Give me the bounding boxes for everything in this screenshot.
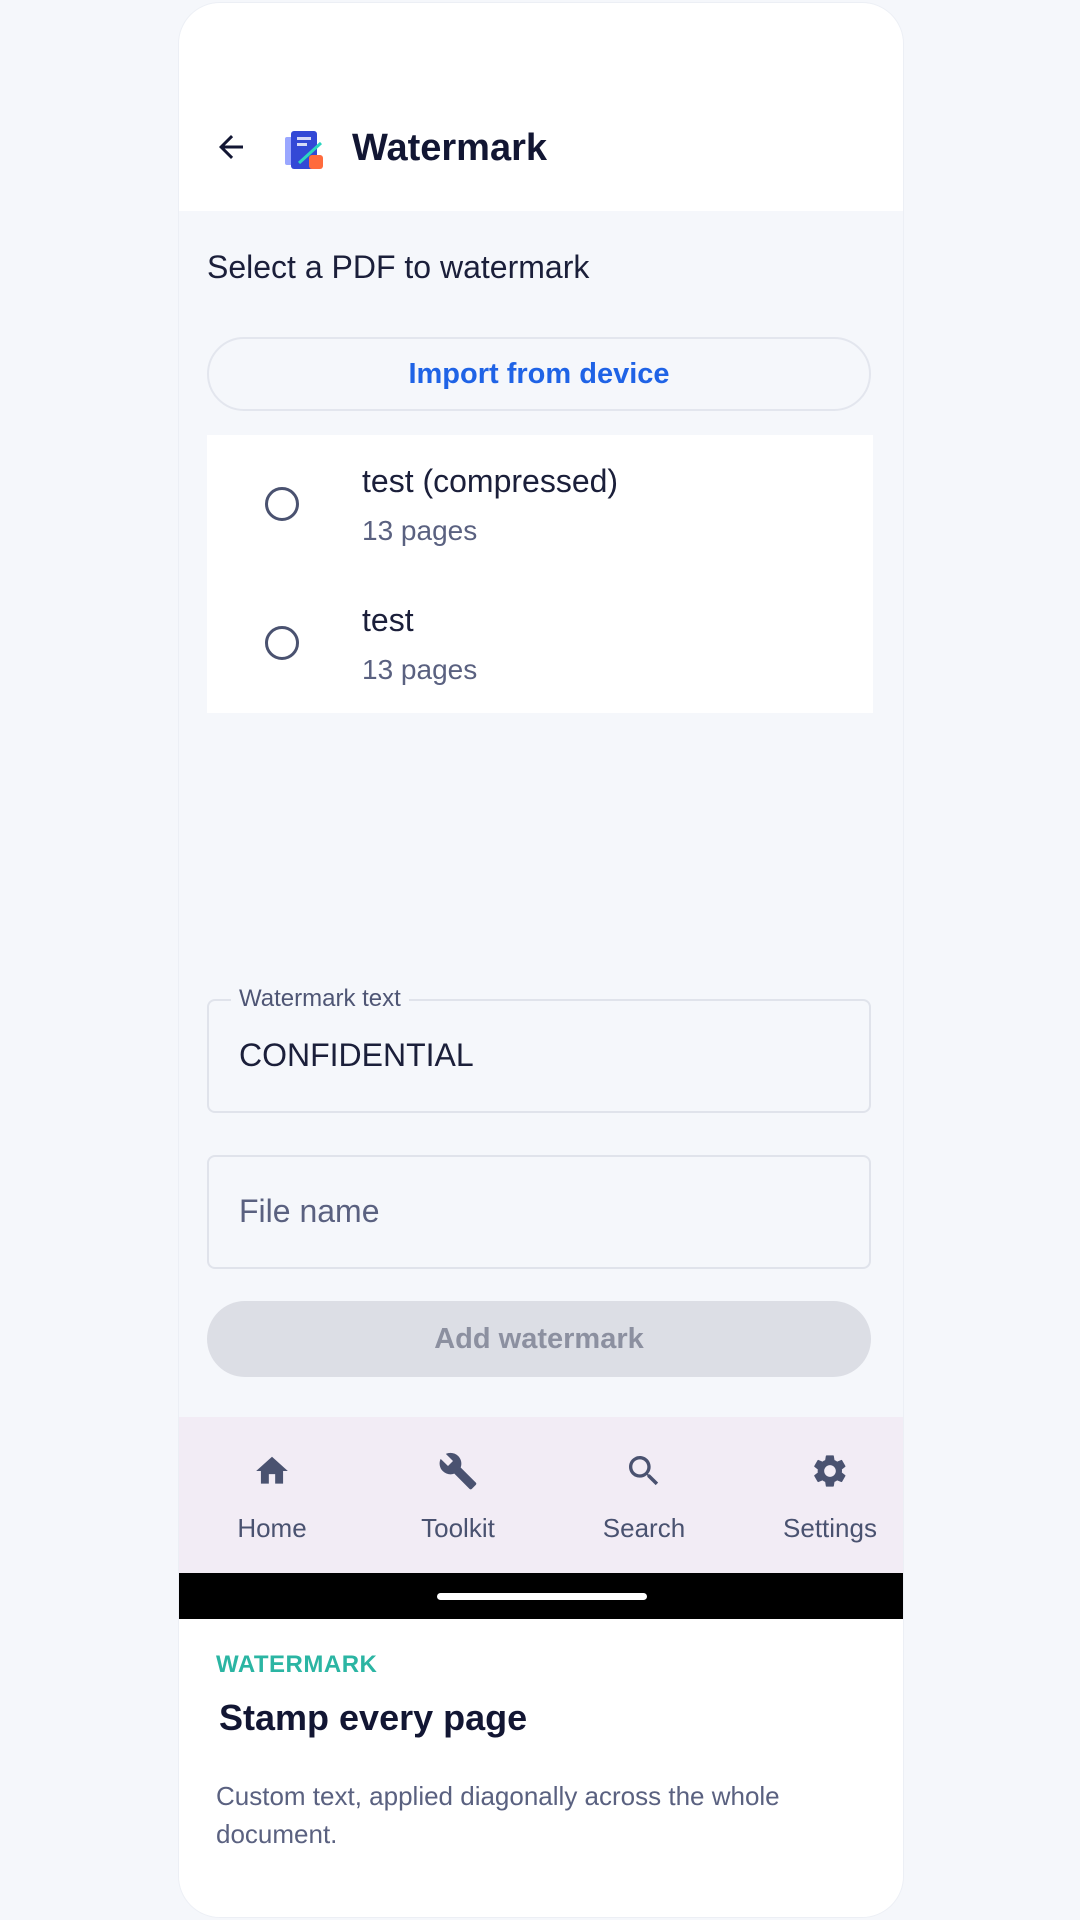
phone-frame: Watermark Select a PDF to watermark Impo…	[178, 2, 904, 1918]
watermark-text-field[interactable]: Watermark text CONFIDENTIAL	[207, 985, 871, 1113]
nav-label-search: Search	[602, 1513, 686, 1543]
page-title: Watermark	[352, 127, 548, 169]
feature-description: Custom text, applied diagonally across t…	[216, 1781, 780, 1849]
nav-item-search[interactable]: Search	[551, 1417, 737, 1573]
nav-item-toolkit[interactable]: Toolkit	[365, 1417, 551, 1573]
nav-label-settings: Settings	[783, 1513, 877, 1543]
feature-title: Stamp every page	[219, 1697, 528, 1738]
home-icon	[250, 1449, 294, 1493]
nav-item-settings[interactable]: Settings	[737, 1417, 903, 1573]
feature-eyebrow: WATERMARK	[216, 1651, 378, 1678]
watermark-text-value[interactable]: CONFIDENTIAL	[239, 1037, 474, 1074]
radio-button[interactable]	[265, 487, 299, 521]
arrow-left-icon	[219, 135, 243, 159]
watermark-text-label: Watermark text	[231, 985, 409, 1013]
nav-label-home: Home	[237, 1513, 307, 1543]
system-gesture-bar	[179, 1573, 903, 1619]
pdf-app-logo	[281, 125, 331, 175]
feature-card: WATERMARK Stamp every page Custom text, …	[179, 1619, 903, 1917]
nav-item-home[interactable]: Home	[179, 1417, 365, 1573]
search-icon	[622, 1449, 666, 1493]
app-bar: Watermark	[179, 3, 903, 211]
file-page-count: 13 pages	[362, 654, 478, 685]
list-item[interactable]: test (compressed) 13 pages	[207, 435, 873, 574]
bottom-navigation: Home Toolkit Search Settings	[179, 1417, 903, 1573]
file-name-placeholder[interactable]: File name	[239, 1193, 380, 1230]
select-pdf-prompt: Select a PDF to watermark	[207, 249, 590, 285]
file-list: test (compressed) 13 pages test 13 pages	[207, 435, 873, 713]
file-name-field[interactable]: File name	[207, 1155, 871, 1269]
file-page-count: 13 pages	[362, 515, 478, 546]
wrench-icon	[436, 1449, 480, 1493]
list-item[interactable]: test 13 pages	[207, 574, 873, 713]
import-from-device-button[interactable]: Import from device	[207, 337, 871, 411]
radio-button[interactable]	[265, 626, 299, 660]
file-name: test	[362, 602, 414, 638]
back-button[interactable]	[209, 125, 253, 169]
gear-icon	[808, 1449, 852, 1493]
file-name: test (compressed)	[362, 463, 619, 499]
add-watermark-button[interactable]: Add watermark	[207, 1301, 871, 1377]
nav-label-toolkit: Toolkit	[421, 1513, 495, 1543]
gesture-handle[interactable]	[437, 1593, 647, 1600]
